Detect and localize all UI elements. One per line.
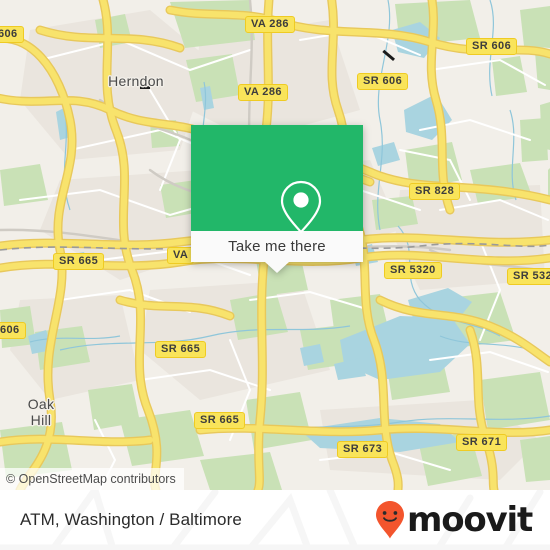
road-shield: VA 286 — [245, 16, 295, 33]
moovit-pin-icon — [375, 501, 404, 539]
location-popup-card[interactable]: Take me there — [191, 125, 363, 273]
road-shield: 606 — [0, 322, 26, 339]
road-shield: 606 — [0, 26, 24, 43]
page-title-text: ATM, Washington / Baltimore — [20, 510, 242, 529]
road-shield: SR 665 — [53, 253, 105, 270]
road-shield: SR 828 — [409, 183, 461, 200]
road-shield: VA 286 — [238, 84, 288, 101]
road-shield: SR 5320 — [507, 268, 550, 285]
map-attribution-text: © OpenStreetMap contributors — [6, 472, 176, 486]
moovit-logo[interactable]: moovit — [375, 490, 533, 550]
take-me-there-label: Take me there — [228, 238, 326, 255]
popup-pointer-tail — [265, 262, 289, 273]
page-title: ATM, Washington / Baltimore — [20, 490, 242, 550]
road-shield: SR 665 — [194, 412, 246, 429]
road-shield: SR 5320 — [384, 262, 442, 279]
popup-icon-panel — [191, 125, 363, 234]
road-shield: SR 665 — [155, 341, 207, 358]
road-shield: SR 671 — [456, 434, 508, 451]
footer-bar: ATM, Washington / Baltimore moovit — [0, 490, 550, 550]
map-canvas[interactable]: Herndon Oak Hill 606 VA 286 SR 606 SR 60… — [0, 0, 550, 490]
road-shield: SR 606 — [357, 73, 409, 90]
moovit-wordmark: moovit — [406, 500, 533, 540]
moovit-map-screen: Herndon Oak Hill 606 VA 286 SR 606 SR 60… — [0, 0, 550, 550]
map-attribution[interactable]: © OpenStreetMap contributors — [0, 468, 184, 490]
road-shield: SR 673 — [337, 441, 389, 458]
road-shield: SR 606 — [466, 38, 518, 55]
